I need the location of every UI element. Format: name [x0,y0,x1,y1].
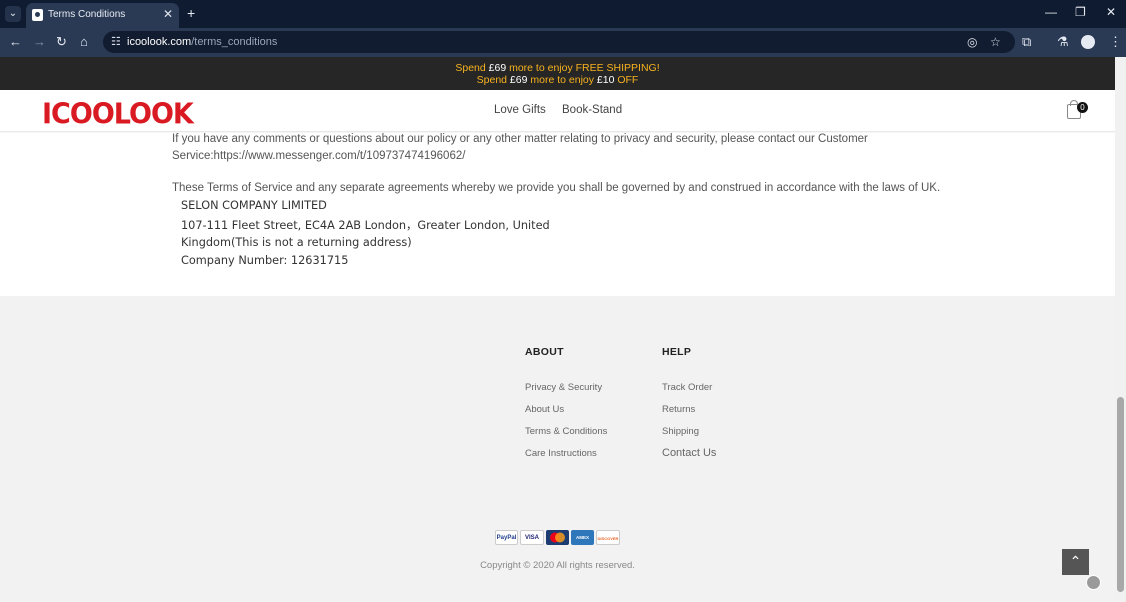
site-info-icon[interactable]: ☷ [111,35,121,48]
chat-icon[interactable] [1086,575,1101,590]
minimize-icon[interactable]: — [1045,5,1057,19]
close-window-icon[interactable]: ✕ [1106,5,1116,19]
nav-book-stand[interactable]: Book-Stand [562,104,622,116]
footer-link-contact[interactable]: Contact Us [662,447,716,459]
star-icon[interactable]: ☆ [990,35,1001,49]
footer-link-about[interactable]: About Us [525,404,564,415]
paypal-icon: PayPal [495,530,518,545]
contact-paragraph: If you have any comments or questions ab… [172,133,868,162]
address-bar[interactable]: ☷ icoolook.com/terms_conditions ◎ ☆ [103,31,1015,53]
address-line: SELON COMPANY LIMITED [181,199,327,212]
reload-icon[interactable]: ↻ [56,34,67,50]
address-line: Kingdom(This is not a returning address) [181,236,412,249]
cart-count-badge: 0 [1077,102,1088,113]
menu-icon[interactable]: ⋮ [1109,34,1122,50]
visa-icon: VISA [520,530,544,545]
back-to-top-button[interactable]: ⌃ [1062,549,1089,575]
footer-link-shipping[interactable]: Shipping [662,426,699,437]
eye-off-icon[interactable]: ◎ [967,35,977,49]
mastercard-icon [546,530,569,545]
terms-content: If you have any comments or questions ab… [0,133,1115,296]
promo-line-2: Spend £69 more to enjoy £10 OFF [476,74,639,86]
footer-help-heading: HELP [662,346,692,358]
footer-link-care[interactable]: Care Instructions [525,448,597,459]
footer-link-privacy[interactable]: Privacy & Security [525,382,602,393]
home-icon[interactable]: ⌂ [80,34,88,49]
law-paragraph: These Terms of Service and any separate … [172,182,941,194]
scrollbar-thumb[interactable] [1117,397,1124,592]
nav-love-gifts[interactable]: Love Gifts [494,104,546,116]
url-path: /terms_conditions [191,36,278,48]
site-logo[interactable]: ICOOLOOK [42,98,194,131]
forward-icon[interactable]: → [33,34,46,49]
site-header: ICOOLOOK Love Gifts Book-Stand [0,90,1115,132]
extensions-icon[interactable]: ⧉ [1022,34,1031,50]
plus-icon[interactable]: + [187,5,195,21]
tab-title: Terms Conditions [48,9,126,20]
footer-about-heading: ABOUT [525,346,564,358]
messenger-link[interactable]: https://www.messenger.com/t/109737474196… [214,150,466,162]
discover-icon: DISCOVER [596,530,620,545]
back-icon[interactable]: ← [9,34,22,49]
site-favicon-icon [32,9,43,21]
close-icon[interactable]: ✕ [163,7,173,21]
tab-list-icon[interactable]: ⌄ [5,6,21,22]
url-domain: icoolook.com [127,36,192,48]
amex-icon: AMEX [571,530,594,545]
browser-tab-bar: ⌄ Terms Conditions ✕ + — ❐ ✕ [0,0,1126,28]
promo-line-1: Spend £69 more to enjoy FREE SHIPPING! [455,62,660,74]
footer-link-terms[interactable]: Terms & Conditions [525,426,607,437]
footer-link-returns[interactable]: Returns [662,404,695,415]
labs-icon[interactable]: ⚗ [1057,34,1069,50]
restore-icon[interactable]: ❐ [1075,5,1086,19]
url-text[interactable]: icoolook.com/terms_conditions [127,36,277,48]
copyright-text: Copyright © 2020 All rights reserved. [480,560,635,571]
address-line: 107-111 Fleet Street, EC4A 2AB London，Gr… [181,219,550,232]
promo-banner: Spend £69 more to enjoy FREE SHIPPING! S… [0,57,1115,90]
browser-tab[interactable]: Terms Conditions ✕ [26,3,179,28]
address-line: Company Number: 12631715 [181,254,349,267]
profile-icon[interactable] [1081,35,1095,49]
page-scrollbar[interactable] [1115,57,1126,602]
footer-link-track-order[interactable]: Track Order [662,382,712,393]
browser-toolbar: ← → ↻ ⌂ ☷ icoolook.com/terms_conditions … [0,28,1126,57]
site-footer: ABOUT Privacy & Security About Us Terms … [0,296,1115,602]
